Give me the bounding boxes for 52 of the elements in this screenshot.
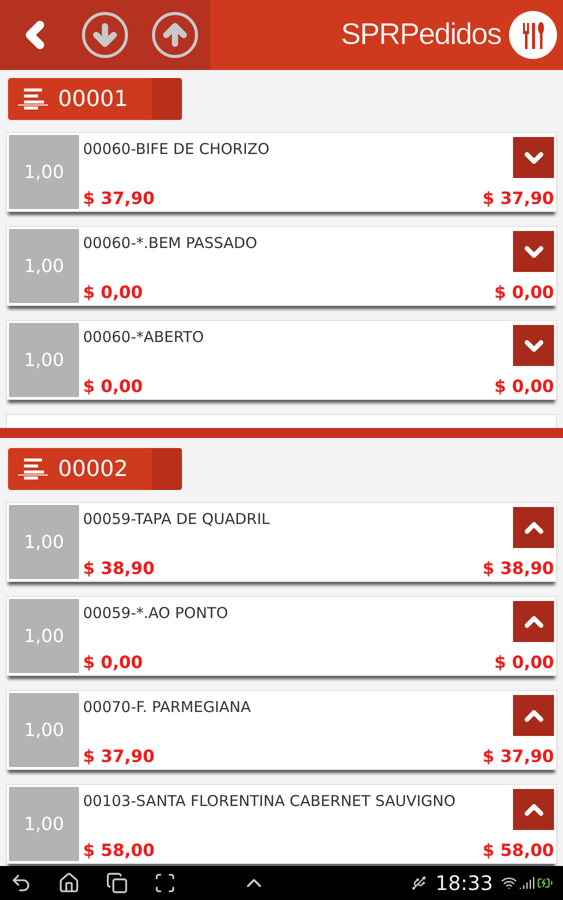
home-icon[interactable] [58, 872, 80, 894]
order-tab[interactable]: 00002 [8, 448, 182, 490]
total-price: $ 38,90 [482, 559, 554, 579]
item-name: 00059-TAPA DE QUADRIL [83, 509, 271, 530]
unit-price: $ 37,90 [83, 189, 156, 209]
align-icon [18, 88, 48, 110]
usb-icon [411, 875, 428, 891]
expand-button[interactable] [513, 695, 554, 736]
back-button[interactable] [0, 0, 70, 70]
total-price: $ 0,00 [494, 283, 554, 303]
screenshot-icon[interactable] [154, 872, 176, 894]
unit-price: $ 58,00 [83, 841, 156, 861]
unit-price: $ 38,90 [83, 559, 156, 579]
total-price: $ 0,00 [494, 653, 554, 673]
expand-button[interactable] [513, 507, 554, 548]
expand-button[interactable] [513, 789, 554, 830]
item-name: 00070-F. PARMEGIANA [83, 697, 252, 718]
quantity: 1,00 [9, 323, 79, 397]
align-icon [18, 458, 48, 480]
download-button[interactable] [70, 0, 140, 70]
total-price: $ 58,00 [482, 841, 554, 861]
order-tab[interactable]: 00001 [8, 78, 182, 120]
cutlery-icon [509, 11, 557, 59]
quantity: 1,00 [9, 693, 79, 767]
quantity: 1,00 [9, 787, 79, 861]
quantity: 1,00 [9, 229, 79, 303]
item-name: 00060-*.BEM PASSADO [83, 233, 258, 254]
unit-price: $ 37,90 [83, 747, 156, 767]
item-name: 00103-SANTA FLORENTINA CABERNET SAUVIGNO [83, 791, 457, 812]
total-price: $ 37,90 [482, 747, 554, 767]
brand-name: SPRPedidos [340, 18, 501, 52]
unit-price: $ 0,00 [83, 283, 144, 303]
quantity: 1,00 [9, 135, 79, 209]
expand-button[interactable] [513, 231, 554, 272]
expand-button[interactable] [513, 601, 554, 642]
quantity: 1,00 [9, 599, 79, 673]
expand-button[interactable] [513, 137, 554, 178]
recent-apps-icon[interactable] [106, 872, 128, 894]
item-name: 00060-BIFE DE CHORIZO [83, 139, 270, 160]
back-icon[interactable] [10, 872, 32, 894]
unit-price: $ 0,00 [83, 653, 144, 673]
quantity: 1,00 [9, 505, 79, 579]
signal-icon [519, 875, 535, 891]
clock-time: 18:33 [435, 871, 493, 895]
item-name: 00060-*ABERTO [83, 327, 205, 348]
wifi-icon [501, 875, 517, 891]
expand-button[interactable] [513, 325, 554, 366]
total-price: $ 0,00 [494, 377, 554, 397]
upload-button[interactable] [140, 0, 210, 70]
unit-price: $ 0,00 [83, 377, 144, 397]
total-price: $ 37,90 [482, 189, 554, 209]
item-name: 00059-*.AO PONTO [83, 603, 230, 624]
